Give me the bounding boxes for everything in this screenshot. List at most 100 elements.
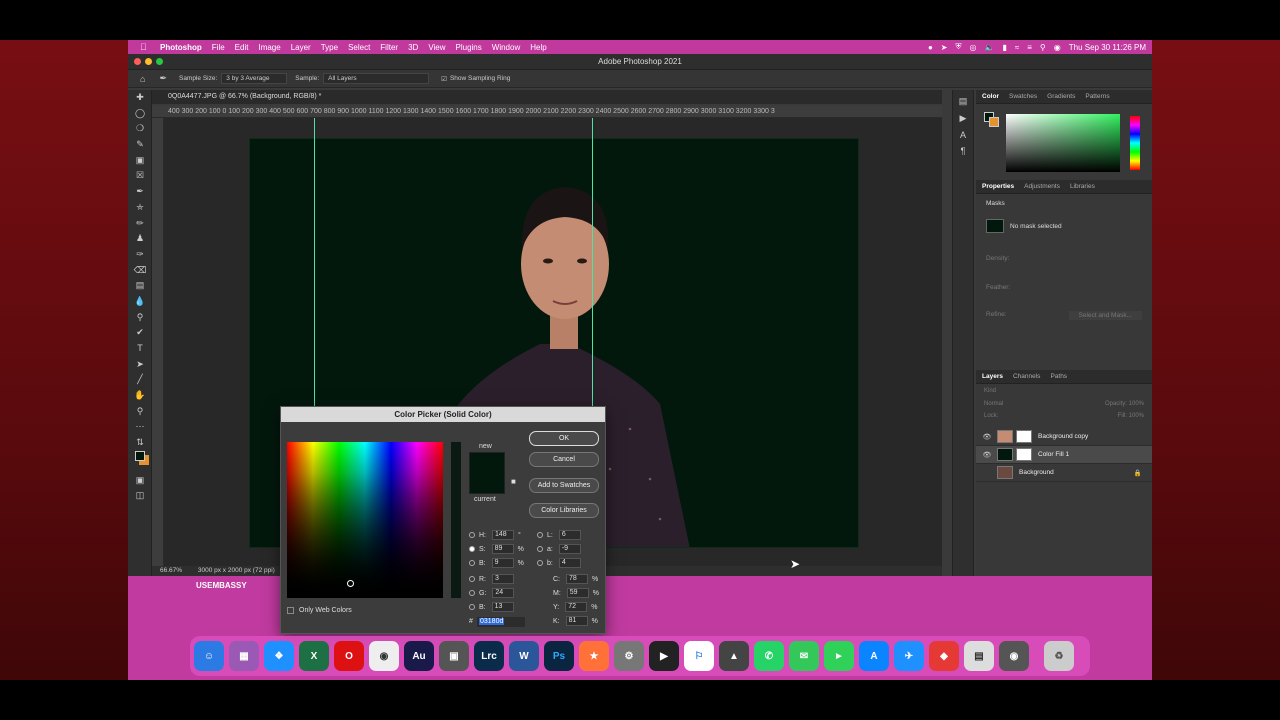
minimize-icon[interactable] [145,58,152,65]
menu-edit[interactable]: Edit [235,43,249,52]
ok-button[interactable]: OK [529,431,599,446]
paragraph-icon[interactable]: ¶ [953,146,973,156]
dock-affinity[interactable]: ▲ [719,641,749,671]
tab-gradients[interactable]: Gradients [1047,93,1075,100]
hand-tool-icon[interactable]: ✋ [128,388,152,404]
move-tool-icon[interactable]: ✚ [128,90,152,106]
layer-row[interactable]: 👁 Color Fill 1 [976,446,1152,464]
dock-audition[interactable]: Au [404,641,434,671]
home-icon[interactable]: ⌂ [140,74,145,84]
dock-whatsapp[interactable]: ✆ [754,641,784,671]
dock-photoshop[interactable]: Ps [544,641,574,671]
opacity-field[interactable]: Opacity: 100% [1105,401,1144,407]
search-icon[interactable]: ⚲ [1040,43,1046,52]
quick-select-tool-icon[interactable]: ✎ [128,137,152,153]
hex-field[interactable]: 03180d [477,617,525,627]
play-icon[interactable]: ▶ [953,113,973,124]
tab-paths[interactable]: Paths [1050,373,1067,380]
lock-icon[interactable]: 🔒 [1134,469,1142,477]
tab-swatches[interactable]: Swatches [1009,93,1037,100]
eye-icon[interactable]: 👁 [980,451,994,459]
menu-file[interactable]: File [212,43,225,52]
dock-appstore[interactable]: A [859,641,889,671]
dock-capture[interactable]: ◉ [999,641,1029,671]
select-mask-button[interactable]: Select and Mask... [1068,311,1142,320]
siri-icon[interactable]: ◉ [1054,43,1061,52]
sample-size-select[interactable]: 3 by 3 Average [221,73,288,84]
wifi-icon[interactable]: ≈ [1015,43,1019,52]
b-lab-field[interactable]: 4 [558,558,581,568]
clock[interactable]: Thu Sep 30 11:26 PM [1069,43,1146,52]
dock-opera[interactable]: O [334,641,364,671]
eye-icon[interactable]: 👁 [980,433,994,441]
dock-finalcut[interactable]: ▶ [649,641,679,671]
swap-colors-icon[interactable]: ⇅ [128,435,152,451]
l-field[interactable]: 6 [558,530,581,540]
dock-settings[interactable]: ⚙ [614,641,644,671]
g-radio[interactable] [469,590,475,596]
sampling-ring-checkbox[interactable]: ☑ [441,75,447,83]
eyedropper-tool-icon[interactable]: ✒ [128,184,152,200]
menu-layer[interactable]: Layer [291,43,311,52]
color-field[interactable] [1006,114,1120,172]
color-libraries-button[interactable]: Color Libraries [529,503,599,518]
dock-word[interactable]: W [509,641,539,671]
dock-testflight[interactable]: ✈ [894,641,924,671]
shape-tool-icon[interactable]: ╱ [128,372,152,388]
menu-type[interactable]: Type [321,43,338,52]
zoom-level[interactable]: 66.67% [160,567,182,574]
dock-messages[interactable]: ✉ [789,641,819,671]
type-tool-icon[interactable]: T [128,341,152,357]
dock-finder[interactable]: ☺ [194,641,224,671]
battery-icon[interactable]: ▮ [1002,43,1006,52]
a-field[interactable]: -9 [558,544,581,554]
stamp-tool-icon[interactable]: ♟ [128,231,152,247]
more-tools-icon[interactable]: ⋯ [128,419,152,435]
dock-preview[interactable]: ▤ [964,641,994,671]
r-field[interactable]: 3 [492,574,514,584]
eraser-tool-icon[interactable]: ⌫ [128,263,152,279]
history-brush-icon[interactable]: ✑ [128,247,152,263]
kind-filter[interactable]: Kind [976,384,1152,398]
h-radio[interactable] [469,532,475,538]
volume-icon[interactable]: 🔈 [984,43,994,52]
eyedropper-icon[interactable]: ✒ [159,73,167,84]
dock-screenshot[interactable]: ▣ [439,641,469,671]
tab-layers[interactable]: Layers [982,373,1003,380]
close-icon[interactable] [134,58,141,65]
k-field[interactable]: 81 [565,616,588,626]
add-to-swatches-button[interactable]: Add to Swatches [529,478,599,493]
b-field[interactable]: 9 [491,558,514,568]
hue-slider[interactable] [451,442,461,598]
menu-select[interactable]: Select [348,43,370,52]
hue-slider[interactable] [1130,116,1140,170]
dodge-tool-icon[interactable]: ⚲ [128,310,152,326]
background-swatch[interactable] [989,117,999,127]
s-field[interactable]: 89 [491,544,514,554]
dock-maps[interactable]: ⚐ [684,641,714,671]
character-icon[interactable]: A [953,130,973,140]
tab-adjustments[interactable]: Adjustments [1024,183,1060,190]
blur-tool-icon[interactable]: 💧 [128,294,152,310]
dock-lightroom[interactable]: Lrc [474,641,504,671]
document-tab[interactable]: 0Q0A4477.JPG @ 66.7% (Background, RGB/8)… [152,90,942,104]
gradient-tool-icon[interactable]: ▤ [128,278,152,294]
foreground-color-icon[interactable] [128,450,152,467]
dock-launchpad[interactable]: ▦ [229,641,259,671]
c-field[interactable]: 78 [566,574,588,584]
cancel-button[interactable]: Cancel [529,452,599,467]
fill-field[interactable]: Fill: 100% [1118,413,1144,419]
healing-tool-icon[interactable]: ⛤ [128,200,152,216]
quick-mask-icon[interactable]: ▣ [128,473,152,489]
only-web-colors-checkbox[interactable] [287,607,294,614]
menu-plugins[interactable]: Plugins [456,43,482,52]
menu-help[interactable]: Help [530,43,546,52]
zoom-icon[interactable] [156,58,163,65]
brush-tool-icon[interactable]: ✏ [128,216,152,232]
tab-properties[interactable]: Properties [982,183,1014,190]
r-radio[interactable] [469,576,475,582]
dock-safari[interactable]: ❖ [264,641,294,671]
g-field[interactable]: 24 [492,588,515,598]
b-lab-radio[interactable] [537,560,543,566]
control-center-icon[interactable]: ≡ [1027,43,1032,52]
